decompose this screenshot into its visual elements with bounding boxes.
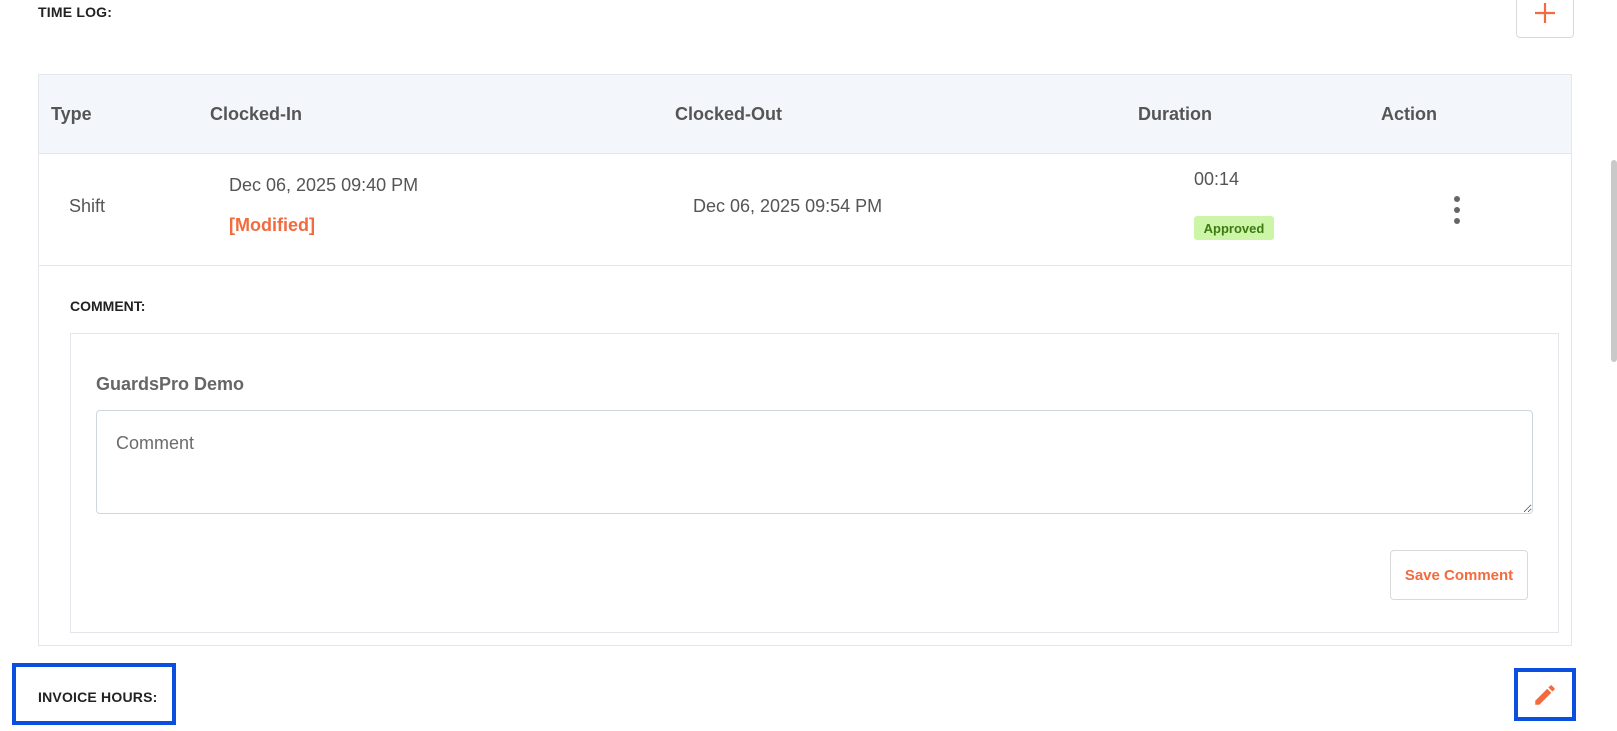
column-header-clocked-in: Clocked-In xyxy=(210,104,303,124)
table-row: Shift Dec 06, 2025 09:40 PM [Modified] D… xyxy=(39,154,1571,266)
column-header-type: Type xyxy=(51,104,92,124)
save-comment-button[interactable]: Save Comment xyxy=(1390,550,1528,600)
comment-input[interactable] xyxy=(96,410,1533,514)
column-header-action: Action xyxy=(1381,104,1437,124)
table-header: Type Clocked-In Clocked-Out Duration Act… xyxy=(39,75,1571,154)
more-vertical-icon xyxy=(1454,196,1460,202)
row-clocked-out: Dec 06, 2025 09:54 PM xyxy=(693,196,883,216)
row-action-menu[interactable] xyxy=(1449,196,1465,224)
plus-icon xyxy=(1535,3,1555,23)
comment-label: COMMENT: xyxy=(70,298,146,314)
modified-label: [Modified] xyxy=(229,215,315,235)
row-clocked-in: Dec 06, 2025 09:40 PM xyxy=(229,175,419,195)
pencil-icon xyxy=(1535,684,1555,705)
add-time-log-button[interactable] xyxy=(1516,0,1574,38)
comment-author: GuardsPro Demo xyxy=(96,374,245,394)
time-log-title: TIME LOG: xyxy=(38,4,113,20)
comment-panel: GuardsPro Demo Save Comment xyxy=(70,333,1559,633)
edit-invoice-hours-button[interactable] xyxy=(1514,668,1576,721)
column-header-clocked-out: Clocked-Out xyxy=(675,104,783,124)
row-duration: 00:14 xyxy=(1194,169,1240,189)
status-badge: Approved xyxy=(1194,216,1274,240)
time-log-table: Type Clocked-In Clocked-Out Duration Act… xyxy=(38,74,1572,646)
page-scrollbar[interactable] xyxy=(1611,160,1617,362)
column-header-duration: Duration xyxy=(1138,104,1212,124)
invoice-hours-title: INVOICE HOURS: xyxy=(38,689,158,705)
row-type: Shift xyxy=(69,196,106,216)
